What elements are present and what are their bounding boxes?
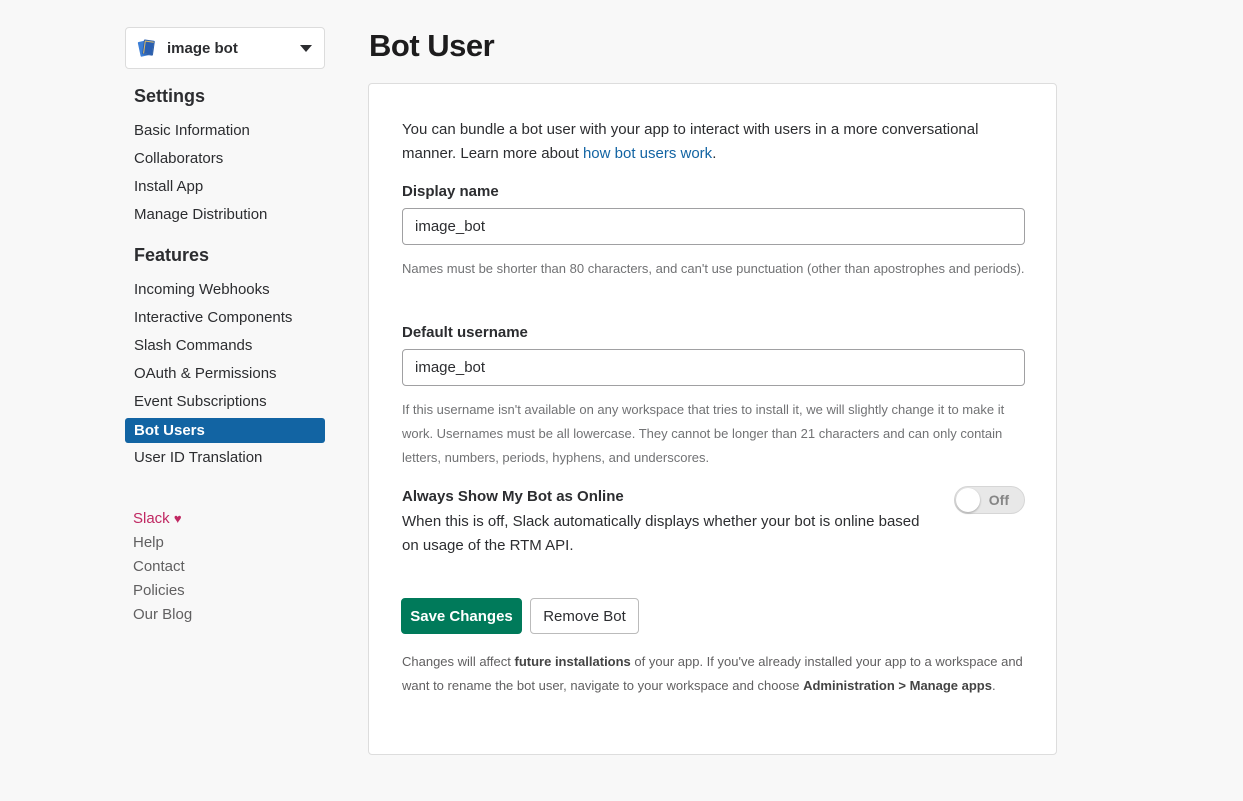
sidebar-item-slash-commands[interactable]: Slash Commands: [125, 332, 325, 360]
always-online-toggle[interactable]: Off: [954, 486, 1025, 514]
display-name-input[interactable]: [402, 208, 1025, 245]
display-name-hint: Names must be shorter than 80 characters…: [402, 261, 1025, 276]
features-heading: Features: [134, 245, 210, 265]
sidebar-item-user-id-translation[interactable]: User ID Translation: [125, 444, 325, 472]
bot-user-card: You can bundle a bot user with your app …: [368, 83, 1057, 755]
sidebar-item-incoming-webhooks[interactable]: Incoming Webhooks: [125, 276, 325, 304]
default-username-label: Default username: [402, 324, 528, 341]
save-changes-button[interactable]: Save Changes: [401, 598, 522, 634]
features-nav: Incoming Webhooks Interactive Components…: [125, 276, 325, 472]
changes-note-part3: .: [991, 678, 996, 693]
always-online-description: When this is off, Slack automatically di…: [402, 513, 920, 554]
slack-link-label: Slack: [133, 510, 170, 527]
changes-note-part1: Changes will affect: [402, 654, 515, 669]
always-online-title: Always Show My Bot as Online: [402, 488, 624, 505]
heart-icon: ♥: [173, 511, 182, 526]
app-switcher[interactable]: image bot: [125, 27, 325, 69]
toggle-knob: [956, 488, 980, 512]
sidebar-item-bot-users[interactable]: Bot Users: [125, 418, 325, 443]
intro-text-end: .: [712, 145, 717, 162]
intro-text: You can bundle a bot user with your app …: [402, 118, 1032, 166]
app-name: image bot: [167, 39, 238, 57]
toggle-state-label: Off: [988, 492, 1009, 508]
changes-note: Changes will affect future installations…: [402, 650, 1027, 698]
sidebar-item-event-subscriptions[interactable]: Event Subscriptions: [125, 388, 325, 416]
sidebar-item-manage-distribution[interactable]: Manage Distribution: [125, 201, 325, 229]
settings-heading: Settings: [134, 86, 206, 106]
sidebar-item-interactive-components[interactable]: Interactive Components: [125, 304, 325, 332]
remove-bot-button[interactable]: Remove Bot: [530, 598, 639, 634]
slack-link[interactable]: Slack ♥: [133, 507, 192, 531]
settings-nav: Basic Information Collaborators Install …: [125, 117, 325, 229]
page-title: Bot User: [369, 28, 495, 63]
sidebar-item-collaborators[interactable]: Collaborators: [125, 145, 325, 173]
footer-links: Slack ♥ Help Contact Policies Our Blog: [133, 507, 192, 627]
sidebar-item-install-app[interactable]: Install App: [125, 173, 325, 201]
bot-users-docs-link[interactable]: how bot users work: [583, 145, 712, 162]
changes-note-bold1: future installations: [514, 654, 631, 669]
default-username-hint: If this username isn't available on any …: [402, 402, 1005, 465]
book-icon: [136, 37, 158, 59]
policies-link[interactable]: Policies: [133, 579, 192, 603]
help-link[interactable]: Help: [133, 531, 192, 555]
chevron-down-icon: [300, 44, 312, 52]
contact-link[interactable]: Contact: [133, 555, 192, 579]
blog-link[interactable]: Our Blog: [133, 603, 192, 627]
sidebar-item-oauth-permissions[interactable]: OAuth & Permissions: [125, 360, 325, 388]
sidebar-item-basic-information[interactable]: Basic Information: [125, 117, 325, 145]
default-username-input[interactable]: [402, 349, 1025, 386]
display-name-label: Display name: [402, 183, 499, 200]
changes-note-bold2: Administration > Manage apps: [803, 678, 992, 693]
